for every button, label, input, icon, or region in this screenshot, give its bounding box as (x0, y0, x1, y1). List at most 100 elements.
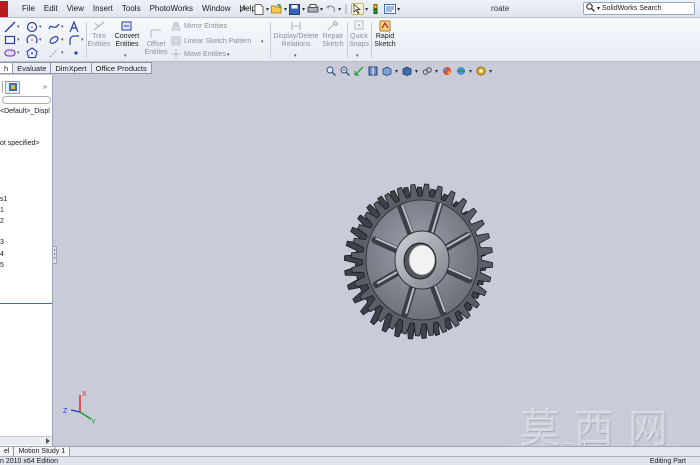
rapid-sketch-button[interactable]: Rapid Sketch (372, 20, 398, 49)
rectangle-icon[interactable] (4, 34, 16, 46)
select-pointer-icon[interactable] (351, 3, 365, 15)
scroll-right-icon[interactable] (45, 437, 51, 445)
panel-expand-icon[interactable]: » (43, 84, 47, 91)
tab-sketch[interactable]: h (0, 62, 14, 74)
tree-item[interactable]: s1 (0, 196, 7, 203)
polygon-icon[interactable] (26, 47, 38, 59)
new-dropdown-icon[interactable]: ▾ (266, 6, 269, 13)
arc-icon[interactable] (26, 34, 38, 46)
point-icon[interactable] (70, 47, 82, 59)
spline-dropdown-icon[interactable]: ▾ (61, 24, 64, 30)
select-dropdown-icon[interactable]: ▾ (365, 6, 368, 13)
linear-pattern-dropdown-icon[interactable]: ▾ (261, 39, 264, 45)
rollback-bar[interactable] (0, 303, 52, 304)
zoom-to-area-icon[interactable] (339, 66, 350, 76)
tree-material[interactable]: ot specified> (0, 140, 40, 147)
menu-file[interactable]: File (22, 4, 35, 13)
tree-item[interactable]: 2 (0, 218, 4, 225)
quick-snaps-button[interactable]: Quick Snaps (347, 20, 371, 49)
mirror-entities-button[interactable]: Mirror Entities (171, 21, 227, 31)
tab-evaluate[interactable]: Evaluate (13, 62, 52, 74)
ellipse-icon[interactable] (48, 34, 60, 46)
view-settings-dropdown-icon[interactable]: ▾ (489, 68, 492, 75)
open-folder-icon[interactable] (270, 3, 283, 15)
line-dropdown-icon[interactable]: ▾ (17, 24, 20, 30)
tab-model[interactable]: el (0, 447, 15, 456)
menu-photoworks[interactable]: PhotoWorks (150, 4, 193, 13)
text-tool-icon[interactable] (68, 21, 80, 33)
menu-window[interactable]: Window (202, 4, 230, 13)
print-dropdown-icon[interactable]: ▾ (320, 6, 323, 13)
fillet-dropdown-icon[interactable]: ▾ (81, 37, 84, 43)
open-dropdown-icon[interactable]: ▾ (284, 6, 287, 13)
repair-sketch-button[interactable]: Repair Sketch (319, 20, 347, 49)
tab-motion-study[interactable]: Motion Study 1 (14, 447, 71, 456)
tree-display-state[interactable]: <Default>_Displ (0, 108, 50, 115)
solidworks-logo[interactable] (0, 1, 8, 17)
centerline-dropdown-icon[interactable]: ▾ (61, 50, 64, 56)
move-entities-button[interactable]: Move Entities (171, 49, 226, 59)
print-icon[interactable] (306, 3, 319, 15)
gear-model-graphic[interactable] (330, 170, 515, 350)
ellipse-dropdown-icon[interactable]: ▾ (61, 37, 64, 43)
slot-icon[interactable] (4, 47, 16, 59)
sketch-fillet-icon[interactable] (68, 34, 80, 46)
tree-item[interactable]: 4 (0, 251, 4, 258)
file-properties-icon[interactable] (383, 3, 396, 15)
hide-show-items-icon[interactable] (421, 66, 432, 76)
feature-tree-filter[interactable] (2, 96, 51, 104)
convert-entities-button[interactable]: Convert Entities (112, 20, 142, 49)
undo-dropdown-icon[interactable]: ▾ (338, 6, 341, 13)
hide-show-dropdown-icon[interactable]: ▾ (435, 68, 438, 75)
menu-insert[interactable]: Insert (93, 4, 113, 13)
menu-edit[interactable]: Edit (44, 4, 58, 13)
properties-dropdown-icon[interactable]: ▾ (397, 6, 400, 13)
menu-view[interactable]: View (67, 4, 84, 13)
menu-tools[interactable]: Tools (122, 4, 141, 13)
save-icon[interactable] (288, 3, 301, 15)
quick-snaps-dropdown-icon[interactable]: ▾ (356, 53, 359, 59)
pin-menu-button[interactable] (236, 2, 249, 16)
offset-entities-button[interactable]: Offset Entities (143, 28, 169, 57)
apply-scene-icon[interactable] (455, 66, 466, 76)
convert-dropdown-icon[interactable]: ▾ (124, 53, 127, 59)
tree-item[interactable]: 5 (0, 262, 4, 269)
view-settings-icon[interactable] (475, 66, 486, 76)
trim-entities-button[interactable]: Trim Entities (86, 20, 112, 49)
line-icon[interactable] (4, 21, 16, 33)
edit-appearance-icon[interactable] (441, 66, 452, 76)
scene-dropdown-icon[interactable]: ▾ (469, 68, 472, 75)
mirror-entities-icon (171, 21, 181, 31)
tab-office-products[interactable]: Office Products (91, 62, 152, 74)
tree-item[interactable]: 3 (0, 239, 4, 246)
move-dropdown-icon[interactable]: ▾ (227, 52, 230, 58)
tab-dimxpert[interactable]: DimXpert (51, 62, 92, 74)
tree-item[interactable]: 1 (0, 207, 4, 214)
centerline-icon[interactable] (48, 47, 60, 59)
display-style-dropdown-icon[interactable]: ▾ (415, 68, 418, 75)
solidworks-search-field[interactable]: ▾ SolidWorks Search (583, 2, 695, 15)
slot-dropdown-icon[interactable]: ▾ (17, 50, 20, 56)
arc-dropdown-icon[interactable]: ▾ (39, 37, 42, 43)
circle-dropdown-icon[interactable]: ▾ (39, 24, 42, 30)
rebuild-icon[interactable] (369, 3, 382, 15)
search-dropdown-icon[interactable]: ▾ (597, 5, 600, 12)
rectangle-dropdown-icon[interactable]: ▾ (17, 37, 20, 43)
save-dropdown-icon[interactable]: ▾ (302, 6, 305, 13)
configuration-manager-tab[interactable] (5, 80, 20, 94)
view-orientation-icon[interactable] (381, 66, 392, 76)
linear-sketch-pattern-button[interactable]: Linear Sketch Pattern (171, 36, 251, 46)
horizontal-scrollbar[interactable] (0, 436, 52, 445)
section-view-icon[interactable] (367, 66, 378, 76)
relations-dropdown-icon[interactable]: ▾ (294, 53, 297, 59)
previous-view-icon[interactable] (353, 66, 364, 76)
display-delete-relations-button[interactable]: Display/Delete Relations (273, 20, 319, 49)
display-style-icon[interactable] (401, 66, 412, 76)
new-document-icon[interactable] (252, 3, 265, 15)
circle-icon[interactable] (26, 21, 38, 33)
panel-splitter-handle[interactable] (52, 246, 57, 264)
zoom-to-fit-icon[interactable] (325, 66, 336, 76)
undo-icon[interactable] (324, 3, 337, 15)
view-orientation-dropdown-icon[interactable]: ▾ (395, 68, 398, 75)
spline-icon[interactable] (48, 21, 60, 33)
